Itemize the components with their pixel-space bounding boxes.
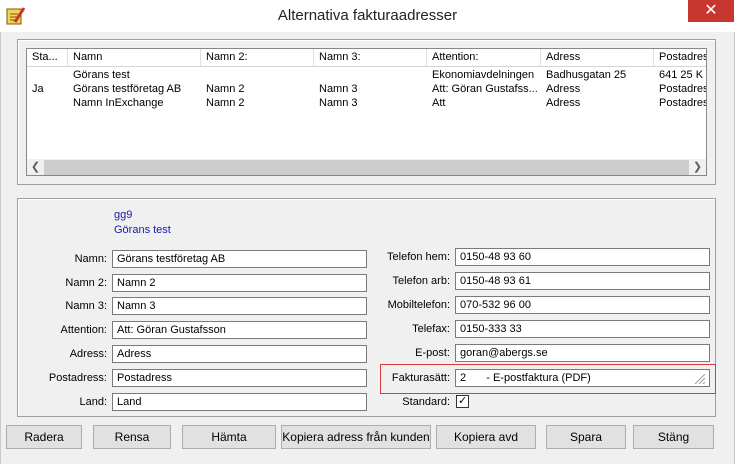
spara-button[interactable]: Spara	[546, 425, 626, 449]
column-header-namn2[interactable]: Namn 2:	[201, 49, 314, 66]
telefon-arb-field[interactable]: 0150-48 93 61	[455, 272, 710, 290]
table-cell	[27, 96, 68, 110]
address-table[interactable]: Sta... Namn Namn 2: Namn 3: Attention: A…	[26, 48, 707, 176]
checkmark-icon: ✓	[458, 394, 468, 407]
table-cell: Postadress	[659, 83, 706, 95]
table-cell: Att: Göran Gustafss...	[432, 83, 538, 95]
hamta-button[interactable]: Hämta	[182, 425, 276, 449]
table-cell: 641 25 K	[659, 69, 704, 81]
customer-code: gg9	[114, 209, 133, 221]
table-cell: Ekonomiavdelningen	[432, 69, 535, 81]
table-cell: Görans test	[73, 69, 130, 81]
telefax-label: Telefax:	[412, 323, 450, 335]
table-cell: Namn InExchange	[73, 97, 164, 109]
table-cell: Namn 2	[206, 97, 245, 109]
namn3-label: Namn 3:	[65, 300, 107, 312]
table-cell: Namn 2	[206, 83, 245, 95]
scroll-left-icon[interactable]: ❮	[27, 159, 44, 175]
window-title: Alternativa fakturaadresser	[277, 7, 458, 24]
table-row[interactable]: Ja Görans testföretag AB Namn 2 Namn 3 A…	[27, 82, 706, 96]
column-header-namn[interactable]: Namn	[68, 49, 201, 66]
telefax-field[interactable]: 0150-333 33	[455, 320, 710, 338]
table-cell	[27, 68, 68, 82]
standard-label: Standard:	[402, 396, 450, 408]
standard-checkbox[interactable]: ✓	[456, 394, 469, 408]
attention-label: Attention:	[60, 324, 107, 336]
rensa-button[interactable]: Rensa	[93, 425, 171, 449]
adress-label: Adress:	[69, 348, 107, 360]
table-cell: Adress	[546, 97, 581, 109]
table-header: Sta... Namn Namn 2: Namn 3: Attention: A…	[27, 49, 706, 67]
fakturasatt-label: Fakturasätt:	[391, 372, 450, 384]
mobiltelefon-field[interactable]: 070-532 96 00	[455, 296, 710, 314]
close-icon: ✕	[704, 2, 718, 19]
table-cell: Namn 3	[319, 97, 358, 109]
kopiera-adress-button[interactable]: Kopiera adress från kunden	[281, 425, 431, 449]
epost-label: E-post:	[415, 347, 450, 359]
fakturasatt-field[interactable]: 2 - E-postfaktura (PDF)	[455, 369, 710, 387]
table-cell: Ja	[32, 83, 44, 95]
table-cell	[201, 68, 314, 82]
stang-button[interactable]: Stäng	[633, 425, 714, 449]
close-button[interactable]: ✕	[688, 0, 734, 22]
telefon-hem-field[interactable]: 0150-48 93 60	[455, 248, 710, 266]
namn-label: Namn:	[74, 253, 107, 265]
table-row[interactable]: Namn InExchange Namn 2 Namn 3 Att Adress…	[27, 96, 706, 110]
epost-field[interactable]: goran@abergs.se	[455, 344, 710, 362]
column-header-status[interactable]: Sta...	[27, 49, 68, 66]
postadress-label: Postadress:	[48, 372, 107, 384]
namn3-field[interactable]: Namn 3	[112, 297, 367, 315]
attention-field[interactable]: Att: Göran Gustafsson	[112, 321, 367, 339]
namn2-field[interactable]: Namn 2	[112, 274, 367, 292]
telefon-hem-label: Telefon hem:	[387, 251, 450, 263]
horizontal-scrollbar[interactable]: ❮ ❯	[27, 159, 706, 175]
adress-field[interactable]: Adress	[112, 345, 367, 363]
mobiltelefon-label: Mobiltelefon:	[387, 299, 450, 311]
column-header-attention[interactable]: Attention:	[427, 49, 541, 66]
land-field[interactable]: Land	[112, 393, 367, 411]
namn-field[interactable]: Görans testföretag AB	[112, 250, 367, 268]
land-label: Land:	[79, 396, 107, 408]
table-cell: Namn 3	[319, 83, 358, 95]
table-cell: Badhusgatan 25	[546, 69, 627, 81]
table-cell: Adress	[546, 83, 581, 95]
resize-grip-icon	[694, 374, 705, 384]
fakturasatt-text: - E-postfaktura (PDF)	[486, 372, 591, 384]
column-header-postadress[interactable]: Postadress	[654, 49, 706, 66]
fakturasatt-code: 2	[460, 372, 467, 384]
table-cell: Postadress	[659, 97, 706, 109]
scrollbar-thumb[interactable]	[44, 160, 689, 175]
namn2-label: Namn 2:	[65, 277, 107, 289]
column-header-namn3[interactable]: Namn 3:	[314, 49, 427, 66]
telefon-arb-label: Telefon arb:	[392, 275, 450, 287]
customer-name: Görans test	[114, 224, 171, 236]
table-cell: Att	[432, 97, 446, 109]
postadress-field[interactable]: Postadress	[112, 369, 367, 387]
column-header-adress[interactable]: Adress	[541, 49, 654, 66]
kopiera-avd-button[interactable]: Kopiera avd	[436, 425, 536, 449]
table-row[interactable]: Görans test Ekonomiavdelningen Badhusgat…	[27, 68, 706, 82]
radera-button[interactable]: Radera	[6, 425, 82, 449]
table-cell	[314, 68, 427, 82]
scroll-right-icon[interactable]: ❯	[689, 159, 706, 175]
table-cell: Görans testföretag AB	[73, 83, 182, 95]
